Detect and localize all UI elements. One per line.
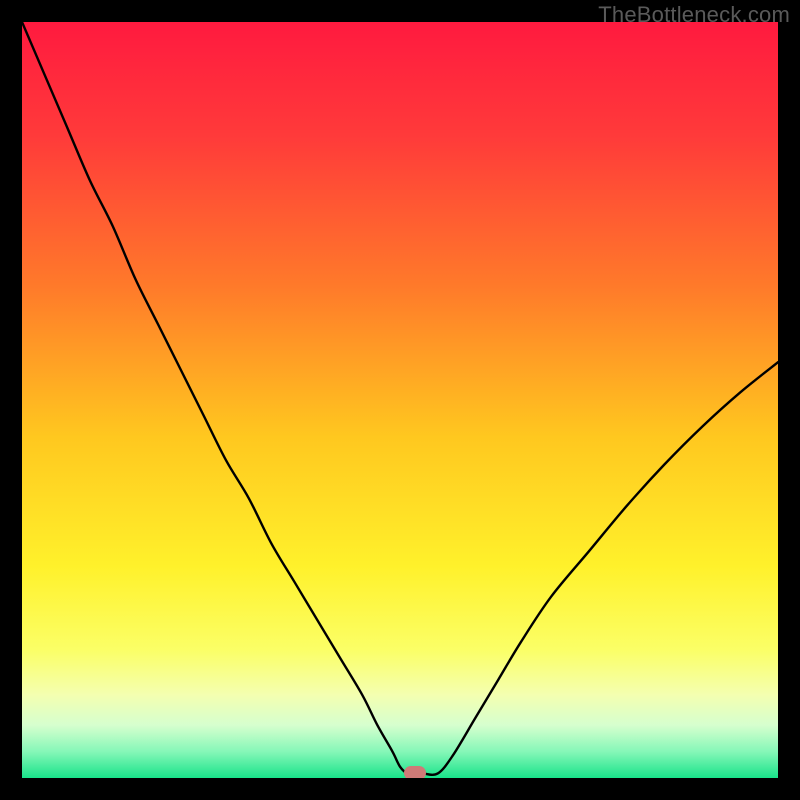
plot-area bbox=[22, 22, 778, 778]
gradient-background bbox=[22, 22, 778, 778]
optimum-marker bbox=[404, 766, 426, 778]
bottleneck-curve-svg bbox=[22, 22, 778, 778]
chart-frame: TheBottleneck.com bbox=[0, 0, 800, 800]
watermark-text: TheBottleneck.com bbox=[598, 2, 790, 28]
